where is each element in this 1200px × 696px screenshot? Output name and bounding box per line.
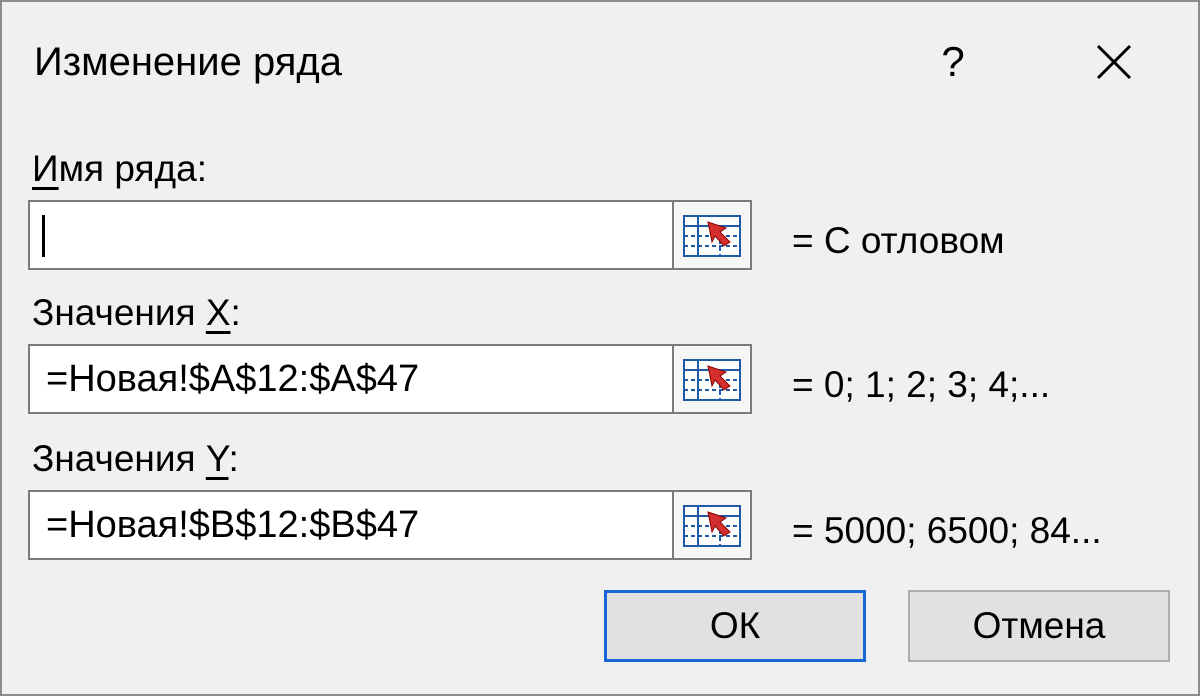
title-bar: Изменение ряда ? [2,2,1198,122]
y-values-range-button[interactable] [672,490,752,560]
edit-series-dialog: Изменение ряда ? Имя ряда: = С отловом З… [0,0,1200,696]
range-select-icon [683,505,741,547]
series-name-input[interactable] [28,200,674,270]
y-values-label-after: : [228,438,239,479]
series-name-label-rest: мя ряда: [58,148,207,189]
ok-button[interactable]: ОК [604,590,866,662]
close-icon [1096,44,1132,80]
range-select-icon [683,215,741,257]
series-name-preview: = С отловом [792,220,1005,261]
y-values-input[interactable]: =Новая!$B$12:$B$47 [28,490,674,560]
range-select-icon [683,359,741,401]
help-button[interactable]: ? [918,24,988,100]
x-values-preview: = 0; 1; 2; 3; 4;... [792,364,1051,405]
x-values-value: =Новая!$A$12:$A$47 [46,358,420,400]
x-values-range-button[interactable] [672,344,752,414]
series-name-label: Имя ряда: [32,148,207,190]
y-values-label: Значения Y: [32,438,239,480]
x-values-input[interactable]: =Новая!$A$12:$A$47 [28,344,674,414]
x-values-label-after: : [230,292,241,333]
dialog-title: Изменение ряда [34,40,343,84]
x-values-label-accel: X [205,292,231,333]
x-values-label-before: Значения [32,292,206,333]
y-values-label-accel: Y [205,438,229,479]
series-name-range-button[interactable] [672,200,752,270]
close-button[interactable] [1080,28,1148,96]
cancel-button[interactable]: Отмена [908,590,1170,662]
y-values-preview: = 5000; 6500; 84... [792,510,1102,551]
y-values-value: =Новая!$B$12:$B$47 [46,504,420,546]
text-caret [42,215,45,257]
y-values-label-before: Значения [32,438,206,479]
x-values-label: Значения X: [32,292,241,334]
series-name-label-accel: И [32,148,59,189]
